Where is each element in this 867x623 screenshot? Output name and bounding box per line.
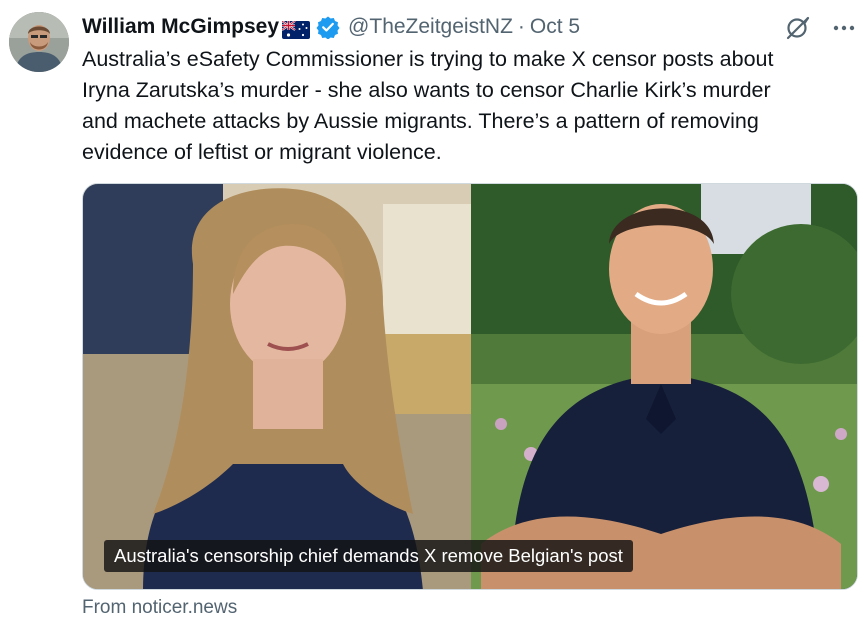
tweet-header: William McGimpsey @TheZeitgeistNZ · Oct … [82, 12, 580, 42]
card-source[interactable]: From noticer.news [82, 596, 237, 620]
author-handle[interactable]: @TheZeitgeistNZ [348, 12, 513, 42]
author-name[interactable]: William McGimpsey [82, 12, 279, 42]
header-actions [785, 14, 857, 42]
right-photo [471, 184, 857, 589]
avatar[interactable] [9, 12, 69, 72]
tweet-text: Australia’s eSafety Commissioner is tryi… [82, 47, 774, 164]
avatar-image [9, 12, 69, 72]
tweet-date[interactable]: Oct 5 [530, 12, 580, 42]
link-card-image[interactable]: Australia's censorship chief demands X r… [82, 183, 858, 590]
left-photo [83, 184, 471, 589]
more-icon[interactable] [831, 15, 857, 41]
tweet: William McGimpsey @TheZeitgeistNZ · Oct … [0, 0, 867, 623]
grok-icon[interactable] [785, 15, 811, 41]
verified-badge-icon [316, 15, 340, 40]
separator-dot: · [517, 15, 525, 38]
australia-flag-icon [281, 18, 311, 39]
image-caption: Australia's censorship chief demands X r… [104, 540, 633, 572]
